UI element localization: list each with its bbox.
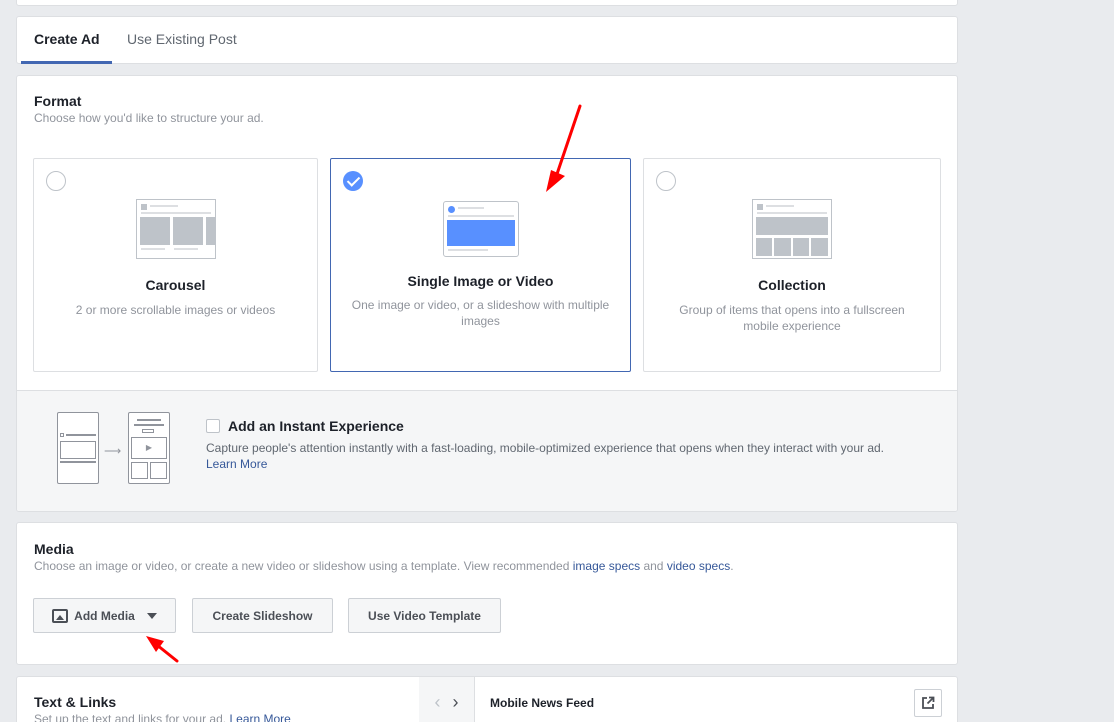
ad-source-tabs: Create Ad Use Existing Post <box>16 16 958 64</box>
carousel-title: Carousel <box>145 277 206 293</box>
tab-create-ad[interactable]: Create Ad <box>34 31 100 47</box>
arrow-right-icon: ⟶ <box>104 444 122 458</box>
chevron-left-icon[interactable]: ‹ <box>435 692 441 713</box>
previous-section-card <box>16 0 958 6</box>
single-image-illustration <box>443 201 519 257</box>
instant-experience-description: Capture people's attention instantly wit… <box>206 441 885 455</box>
format-title: Format <box>34 93 82 109</box>
media-subtitle-end: . <box>730 559 734 573</box>
image-icon <box>52 608 69 623</box>
placement-label: Mobile News Feed <box>490 696 595 710</box>
text-links-subtitle-text: Set up the text and links for your ad. <box>34 712 227 722</box>
add-media-label: Add Media <box>74 608 135 623</box>
media-title: Media <box>34 541 74 557</box>
media-subtitle: Choose an image or video, or create a ne… <box>34 559 734 573</box>
checkmark-icon[interactable] <box>343 171 363 191</box>
create-slideshow-button[interactable]: Create Slideshow <box>192 598 333 633</box>
instant-experience-learn-more-link[interactable]: Learn More <box>206 457 267 471</box>
format-option-collection[interactable]: Collection Group of items that opens int… <box>643 158 941 372</box>
text-links-title: Text & Links <box>34 694 117 710</box>
text-links-learn-more-link[interactable]: Learn More <box>229 712 290 722</box>
carousel-radio[interactable] <box>46 171 66 191</box>
format-option-carousel[interactable]: Carousel 2 or more scrollable images or … <box>33 158 318 372</box>
carousel-description: 2 or more scrollable images or videos <box>75 303 276 317</box>
text-links-section: Text & Links Set up the text and links f… <box>16 676 958 722</box>
phone-feed-illustration <box>57 412 99 484</box>
collection-radio[interactable] <box>656 171 676 191</box>
collection-description: Group of items that opens into a fullscr… <box>679 303 905 333</box>
instant-experience-section: ⟶ ▶ Add an Instant Experience Capture pe… <box>17 390 957 511</box>
media-section: Media Choose an image or video, or creat… <box>16 522 958 665</box>
collection-title: Collection <box>758 277 826 293</box>
preview-navigation: ‹ › <box>419 677 475 722</box>
text-links-subtitle: Set up the text and links for your ad. L… <box>34 712 291 722</box>
add-media-button[interactable]: Add Media <box>33 598 176 633</box>
single-image-title: Single Image or Video <box>407 273 554 289</box>
image-specs-link[interactable]: image specs <box>573 559 640 573</box>
external-link-icon <box>922 696 935 709</box>
instant-experience-label: Add an Instant Experience <box>228 418 404 434</box>
tab-use-existing-post[interactable]: Use Existing Post <box>127 31 237 47</box>
open-preview-button[interactable] <box>914 689 942 717</box>
format-option-single-image-video[interactable]: Single Image or Video One image or video… <box>330 158 631 372</box>
format-subtitle: Choose how you'd like to structure your … <box>34 111 264 125</box>
format-section: Format Choose how you'd like to structur… <box>16 75 958 512</box>
instant-experience-checkbox[interactable] <box>206 419 220 433</box>
single-image-description: One image or video, or a slideshow with … <box>351 298 610 328</box>
carousel-illustration <box>136 199 216 259</box>
use-video-template-button[interactable]: Use Video Template <box>348 598 501 633</box>
video-specs-link[interactable]: video specs <box>667 559 730 573</box>
active-tab-indicator <box>21 61 112 64</box>
caret-down-icon <box>146 612 157 619</box>
media-subtitle-and: and <box>640 559 667 573</box>
media-subtitle-text: Choose an image or video, or create a ne… <box>34 559 573 573</box>
chevron-right-icon[interactable]: › <box>453 692 459 713</box>
collection-illustration <box>752 199 832 259</box>
phone-instant-experience-illustration: ▶ <box>128 412 170 484</box>
